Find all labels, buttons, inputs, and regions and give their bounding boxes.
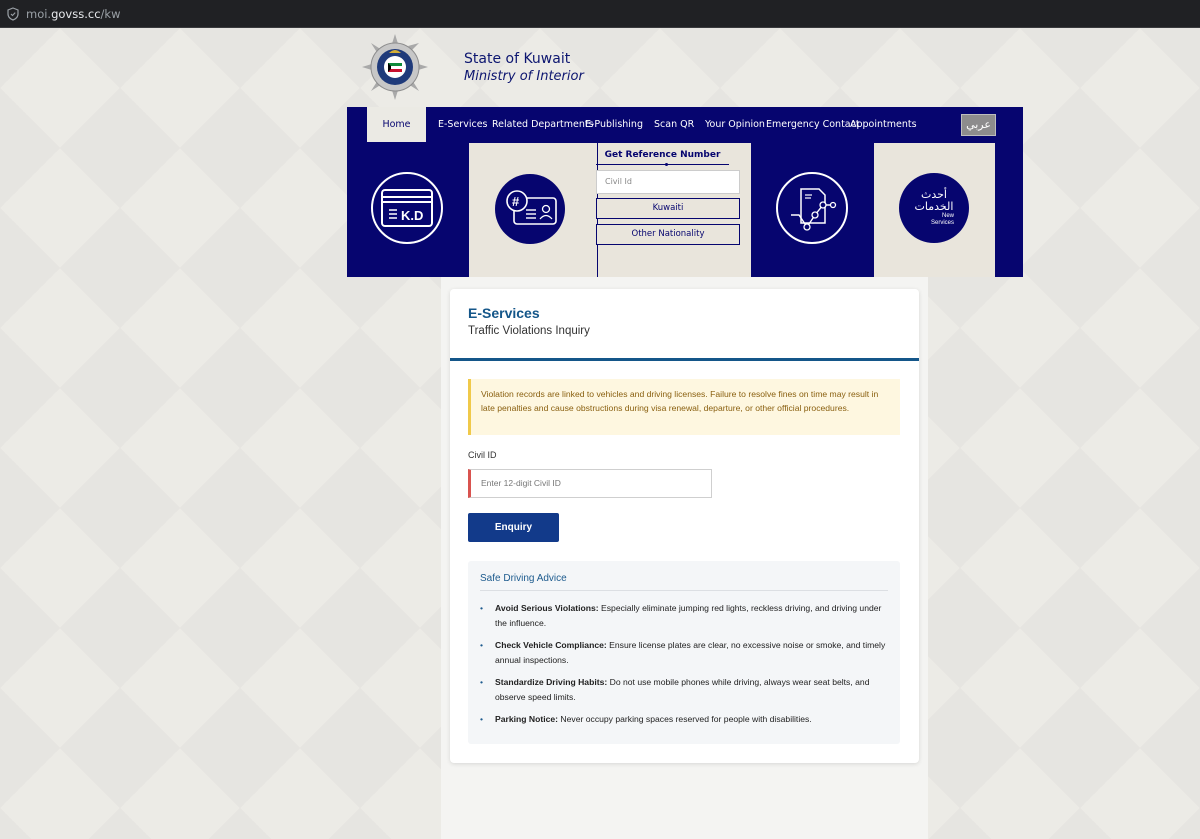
- advice-list: • Avoid Serious Violations: Especially el…: [480, 601, 890, 734]
- org-title-line1: State of Kuwait: [464, 51, 571, 67]
- tile-payment[interactable]: K.D: [347, 143, 468, 277]
- service-tiles: K.D # Get Reference Number Civil Id Kuwa…: [347, 142, 1023, 277]
- url-text[interactable]: moi.govss.cc/kw: [26, 7, 120, 21]
- nav-scan-qr[interactable]: Scan QR: [654, 107, 694, 142]
- advice-item-heading: Standardize Driving Habits:: [495, 677, 608, 687]
- advice-item-heading: Avoid Serious Violations:: [495, 603, 599, 613]
- main-nav: Home E-Services Related Departments E-Pu…: [347, 107, 1023, 142]
- org-title-line2: Ministry of Interior: [464, 69, 584, 84]
- reference-civil-id-input[interactable]: Civil Id: [596, 170, 740, 194]
- new-services-en-2: Services: [930, 220, 954, 226]
- tile-id-card[interactable]: #: [469, 143, 597, 277]
- kd-label: K.D: [401, 208, 423, 223]
- tile-edge: [996, 143, 1023, 277]
- site-info-icon[interactable]: [6, 6, 20, 21]
- bullet-icon: •: [480, 640, 484, 650]
- advice-item-text: Never occupy parking spaces reserved for…: [558, 714, 812, 724]
- eservices-card: E-Services Traffic Violations Inquiry Vi…: [450, 289, 919, 763]
- card-header: E-Services Traffic Violations Inquiry: [450, 289, 919, 361]
- new-services-badge: أحدث الخدمات New Services: [899, 173, 969, 243]
- reference-title-dot: [665, 163, 668, 166]
- advice-title: Safe Driving Advice: [480, 573, 888, 591]
- url-path: /kw: [100, 6, 121, 21]
- nav-related-departments[interactable]: Related Departments: [492, 107, 594, 142]
- org-title: State of Kuwait Ministry of Interior: [464, 50, 584, 86]
- url-prefix: moi.: [26, 6, 52, 21]
- hash-label: #: [512, 194, 520, 209]
- kuwaiti-button[interactable]: Kuwaiti: [596, 198, 740, 219]
- warning-alert: Violation records are linked to vehicles…: [468, 379, 900, 435]
- language-toggle-button[interactable]: عربي: [961, 114, 996, 136]
- bullet-icon: •: [480, 714, 484, 724]
- advice-item: • Check Vehicle Compliance: Ensure licens…: [480, 638, 890, 668]
- nav-your-opinion[interactable]: Your Opinion: [705, 107, 765, 142]
- civil-id-input[interactable]: Enter 12-digit Civil ID: [468, 469, 712, 498]
- ministry-logo[interactable]: [361, 33, 429, 101]
- other-nationality-button[interactable]: Other Nationality: [596, 224, 740, 245]
- advice-item: • Avoid Serious Violations: Especially el…: [480, 601, 890, 631]
- new-services-en-1: New: [941, 213, 954, 219]
- bullet-icon: •: [480, 603, 484, 613]
- card-subtitle: Traffic Violations Inquiry: [468, 325, 590, 337]
- advice-item-heading: Parking Notice:: [495, 714, 559, 724]
- enquiry-button[interactable]: Enquiry: [468, 513, 559, 542]
- browser-address-bar[interactable]: moi.govss.cc/kw: [0, 0, 1200, 28]
- nav-epublishing[interactable]: E-Publishing: [585, 107, 643, 142]
- civil-id-label: Civil ID: [468, 450, 497, 460]
- digital-document-icon: [776, 172, 848, 244]
- safe-driving-advice: Safe Driving Advice • Avoid Serious Viola…: [468, 561, 900, 744]
- nav-home[interactable]: Home: [367, 107, 426, 142]
- id-card-icon: #: [495, 174, 565, 244]
- tile-new-services[interactable]: أحدث الخدمات New Services: [874, 143, 995, 277]
- advice-item-heading: Check Vehicle Compliance:: [495, 640, 607, 650]
- payment-card-icon: K.D: [371, 172, 443, 244]
- url-domain: govss.cc: [51, 6, 101, 21]
- nav-appointments[interactable]: Appointments: [850, 107, 917, 142]
- advice-item: • Standardize Driving Habits: Do not use …: [480, 675, 890, 705]
- card-title: E-Services: [468, 305, 540, 321]
- nav-emergency-contact[interactable]: Emergency Contact: [766, 107, 860, 142]
- nav-eservices[interactable]: E-Services: [438, 107, 488, 142]
- new-services-arabic: أحدث الخدمات: [914, 188, 954, 213]
- tile-documents[interactable]: [752, 143, 873, 277]
- reference-title: Get Reference Number: [596, 150, 729, 165]
- advice-item: • Parking Notice: Never occupy parking sp…: [480, 712, 890, 727]
- bullet-icon: •: [480, 677, 484, 687]
